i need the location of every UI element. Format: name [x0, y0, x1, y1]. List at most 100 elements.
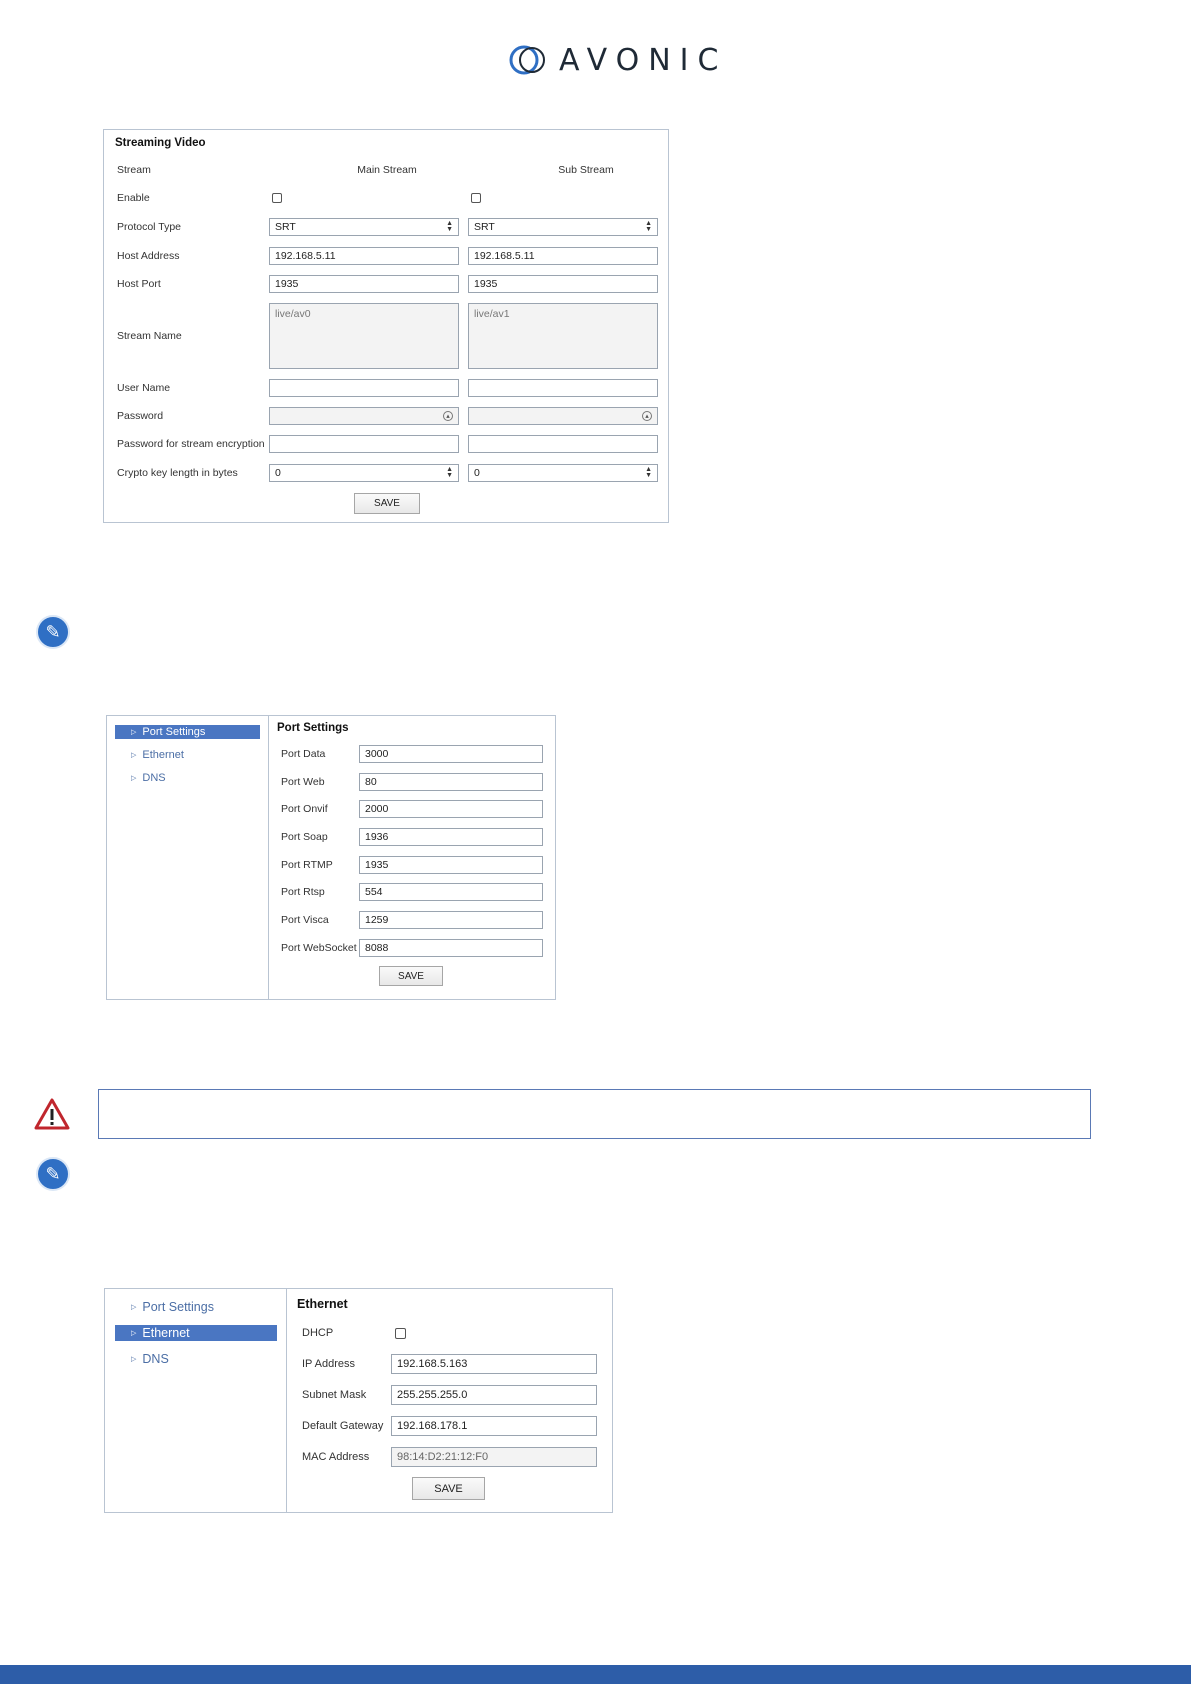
nav-item-label: Ethernet: [142, 1326, 190, 1340]
main-stream-name-textarea[interactable]: live/av0: [269, 303, 459, 369]
default-gateway-input[interactable]: 192.168.178.1: [391, 1416, 597, 1436]
host-port-label: Host Port: [117, 278, 161, 290]
main-enable-checkbox[interactable]: [272, 193, 282, 203]
sub-encryption-password-input[interactable]: [468, 435, 658, 453]
port-rtmp-input[interactable]: 1935: [359, 856, 543, 874]
show-password-icon[interactable]: ▴: [642, 411, 652, 421]
port-label: Port WebSocket: [281, 942, 357, 954]
panel-title: Port Settings: [277, 722, 349, 734]
nav-item-ethernet[interactable]: ▷ Ethernet: [115, 1325, 277, 1341]
port-data-input[interactable]: 3000: [359, 745, 543, 763]
select-arrows-icon: ▲ ▼: [446, 220, 453, 233]
nav-item-label: Port Settings: [142, 726, 206, 738]
ports-save-button[interactable]: SAVE: [379, 966, 443, 986]
sub-enable-checkbox[interactable]: [471, 193, 481, 203]
crypto-key-length-label: Crypto key length in bytes: [117, 467, 238, 479]
streaming-video-panel: Streaming Video Stream Main Stream Sub S…: [103, 129, 669, 523]
port-label: Port Data: [281, 748, 326, 760]
warning-callout-box: [98, 1089, 1091, 1139]
logo-text: AVONIC: [559, 42, 728, 78]
reader-note-icon: ✎: [36, 1157, 70, 1191]
sub-crypto-value: 0: [474, 467, 480, 479]
warning-icon: [34, 1098, 70, 1130]
host-address-label: Host Address: [117, 250, 180, 262]
port-settings-panel: ▷ Port Settings ▷ Ethernet ▷ DNS Port Se…: [106, 715, 556, 1000]
ethernet-save-button[interactable]: SAVE: [412, 1477, 485, 1500]
subnet-mask-label: Subnet Mask: [302, 1389, 367, 1401]
nav-item-label: DNS: [142, 772, 166, 784]
user-name-label: User Name: [117, 382, 171, 394]
main-crypto-select[interactable]: 0 ▲ ▼: [269, 464, 459, 482]
subnet-mask-input[interactable]: 255.255.255.0: [391, 1385, 597, 1405]
triangle-right-icon: ▷: [131, 729, 137, 736]
panel-title: Ethernet: [297, 1297, 348, 1311]
triangle-right-icon: ▷: [131, 775, 137, 782]
port-label: Port Rtsp: [281, 886, 325, 898]
sub-host-port-input[interactable]: 1935: [468, 275, 658, 293]
panel-title: Streaming Video: [115, 137, 206, 149]
nav-item-label: DNS: [142, 1352, 169, 1366]
triangle-right-icon: ▷: [131, 752, 137, 759]
triangle-right-icon: ▷: [131, 1304, 137, 1311]
nav-item-dns[interactable]: ▷ DNS: [115, 1351, 277, 1367]
sub-protocol-value: SRT: [474, 221, 495, 233]
port-web-input[interactable]: 80: [359, 773, 543, 791]
port-rtsp-input[interactable]: 554: [359, 883, 543, 901]
enable-label: Enable: [117, 192, 150, 204]
port-soap-input[interactable]: 1936: [359, 828, 543, 846]
sub-password-input[interactable]: ▴: [468, 407, 658, 425]
main-crypto-value: 0: [275, 467, 281, 479]
default-gateway-label: Default Gateway: [302, 1420, 384, 1432]
triangle-right-icon: ▷: [131, 1330, 137, 1337]
mac-address-label: MAC Address: [302, 1451, 370, 1463]
main-encryption-password-input[interactable]: [269, 435, 459, 453]
streaming-save-button[interactable]: SAVE: [354, 493, 420, 514]
triangle-right-icon: ▷: [131, 1356, 137, 1363]
dhcp-label: DHCP: [302, 1327, 334, 1339]
nav-item-ethernet[interactable]: ▷ Ethernet: [115, 748, 260, 762]
select-arrows-icon: ▲ ▼: [645, 466, 652, 479]
ip-address-input[interactable]: 192.168.5.163: [391, 1354, 597, 1374]
sub-stream-name-textarea[interactable]: live/av1: [468, 303, 658, 369]
password-label: Password: [117, 410, 164, 422]
avonic-logo: AVONIC: [507, 38, 727, 82]
port-visca-input[interactable]: 1259: [359, 911, 543, 929]
nav-item-port-settings[interactable]: ▷ Port Settings: [115, 725, 260, 739]
port-label: Port RTMP: [281, 859, 333, 871]
main-stream-header: Main Stream: [357, 164, 417, 176]
nav-item-dns[interactable]: ▷ DNS: [115, 771, 260, 785]
port-label: Port Visca: [281, 914, 329, 926]
select-arrows-icon: ▲ ▼: [446, 466, 453, 479]
sub-stream-header: Sub Stream: [558, 164, 614, 176]
dhcp-checkbox[interactable]: [395, 1328, 406, 1339]
nav-item-port-settings[interactable]: ▷ Port Settings: [115, 1299, 277, 1315]
sub-user-name-input[interactable]: [468, 379, 658, 397]
main-host-port-input[interactable]: 1935: [269, 275, 459, 293]
sub-host-address-input[interactable]: 192.168.5.11: [468, 247, 658, 265]
port-onvif-input[interactable]: 2000: [359, 800, 543, 818]
stream-column-label: Stream: [117, 164, 151, 176]
ip-address-label: IP Address: [302, 1358, 355, 1370]
mac-address-field: 98:14:D2:21:12:F0: [391, 1447, 597, 1467]
nav-divider: [268, 716, 269, 999]
nav-divider: [286, 1289, 287, 1512]
port-websocket-input[interactable]: 8088: [359, 939, 543, 957]
stream-name-label: Stream Name: [117, 330, 182, 342]
main-protocol-select[interactable]: SRT ▲ ▼: [269, 218, 459, 236]
select-arrows-icon: ▲ ▼: [645, 220, 652, 233]
main-host-address-input[interactable]: 192.168.5.11: [269, 247, 459, 265]
sub-crypto-select[interactable]: 0 ▲ ▼: [468, 464, 658, 482]
show-password-icon[interactable]: ▴: [443, 411, 453, 421]
encryption-password-label: Password for stream encryption: [117, 438, 265, 450]
protocol-type-label: Protocol Type: [117, 221, 182, 233]
nav-item-label: Port Settings: [142, 1300, 214, 1314]
port-label: Port Web: [281, 776, 325, 788]
nav-item-label: Ethernet: [142, 749, 184, 761]
footer-bar: [0, 1665, 1191, 1684]
main-protocol-value: SRT: [275, 221, 296, 233]
main-password-input[interactable]: ▴: [269, 407, 459, 425]
avonic-logo-mark-icon: [509, 45, 545, 75]
reader-note-icon: ✎: [36, 615, 70, 649]
main-user-name-input[interactable]: [269, 379, 459, 397]
sub-protocol-select[interactable]: SRT ▲ ▼: [468, 218, 658, 236]
